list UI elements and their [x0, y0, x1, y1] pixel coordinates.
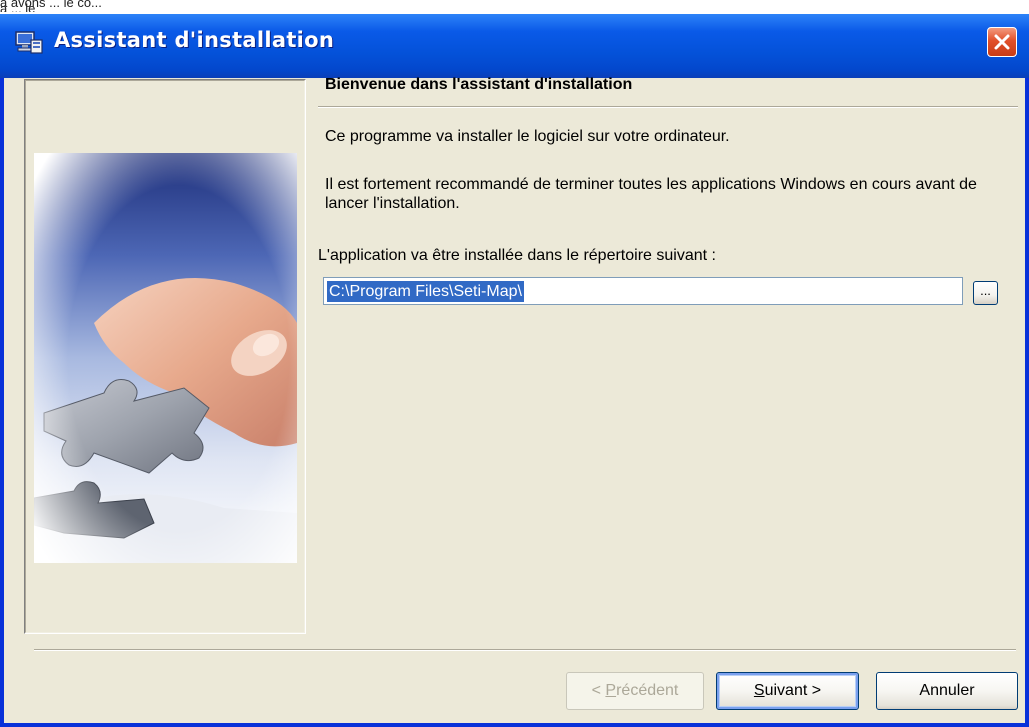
install-directory-value[interactable]: C:\Program Files\Seti-Map\ — [327, 281, 524, 302]
previous-accel: P — [605, 682, 617, 699]
intro-text: Ce programme va installer le logiciel su… — [325, 128, 730, 145]
previous-prefix: < — [591, 682, 606, 699]
puzzle-hand-image — [34, 153, 297, 563]
installer-window: a avons ... le co... a ... le Assistant … — [0, 0, 1029, 727]
previous-rest: récédent — [616, 682, 679, 699]
next-button[interactable]: Suivant > — [716, 672, 859, 710]
cancel-button[interactable]: Annuler — [876, 672, 1018, 710]
installer-computer-icon — [14, 30, 44, 54]
page-heading: Bienvenue dans l'assistant d'installatio… — [325, 76, 633, 93]
browse-button[interactable]: ... — [973, 281, 998, 305]
side-panel — [24, 79, 306, 634]
top-strip-fragment: a avons ... le co... a ... le — [0, 0, 102, 12]
install-directory-field[interactable]: C:\Program Files\Seti-Map\ — [323, 277, 963, 305]
top-strip: a avons ... le co... a ... le — [0, 0, 1029, 14]
next-accel: S — [753, 682, 765, 699]
window-title: Assistant d'installation — [54, 28, 335, 52]
recommendation-text: Il est fortement recommandé de terminer … — [325, 176, 977, 212]
footer-separator — [34, 649, 1016, 651]
next-rest: uivant > — [764, 682, 822, 699]
close-icon — [994, 34, 1010, 50]
close-button[interactable] — [987, 27, 1017, 57]
heading-separator — [318, 106, 1018, 108]
previous-button[interactable]: < Précédent — [566, 672, 704, 710]
directory-label: L'application va être installée dans le … — [318, 247, 716, 264]
